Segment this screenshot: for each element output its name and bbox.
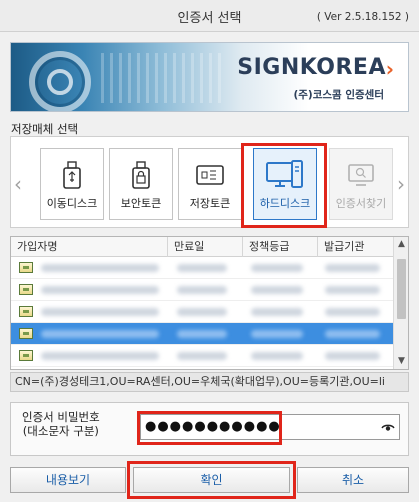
redacted-cell [41,330,159,338]
table-row[interactable] [11,345,395,367]
storage-item-label: 저장토큰 [189,197,231,210]
brand-subtitle: (주)코스콤 인증센터 [293,89,384,101]
column-header-expiry[interactable]: 만료일 [168,237,243,257]
scroll-down-icon[interactable]: ▼ [394,354,408,369]
storage-item-label: 이동디스크 [46,197,98,210]
password-label-line1: 인증서 비밀번호 [22,410,100,424]
password-label-line2: (대소문자 구분) [22,424,99,438]
redacted-cell [251,264,303,272]
table-header: 가입자명 만료일 정책등급 발급기관 [11,237,395,257]
redacted-cell [41,352,159,360]
redacted-cell [177,264,227,272]
banner-pattern-graphic [101,53,221,103]
table-row[interactable] [11,257,395,279]
certificate-dn-text: CN=(주)경성테크1,OU=RA센터,OU=우체국(확대업무),OU=등록기관… [10,372,409,392]
scroll-right-arrow-icon[interactable]: › [397,172,405,196]
table-row[interactable] [11,279,395,301]
signkorea-banner: SIGNKOREA › (주)코스콤 인증센터 [10,42,409,112]
storage-item-label: 하드디스크 [259,197,311,210]
certificate-icon [19,284,33,295]
brand-arrow-icon: › [385,57,394,81]
redacted-cell [41,264,159,272]
storage-item-label: 보안토큰 [120,197,162,210]
storage-item-label: 인증서찾기 [335,197,387,210]
usb-drive-icon [41,159,103,191]
confirm-button[interactable]: 확인 [133,467,290,493]
redacted-cell [41,308,159,316]
storage-token-icon [179,159,241,191]
redacted-cell [325,264,380,272]
storage-item-usb-disk[interactable]: 이동디스크 [40,148,104,220]
redacted-cell [177,308,227,316]
password-input[interactable]: ●●●●●●●●●●● [140,414,400,440]
column-header-name[interactable]: 가입자명 [11,237,168,257]
redacted-cell [325,308,380,316]
scroll-up-icon[interactable]: ▲ [394,237,408,252]
redacted-cell [325,286,380,294]
storage-item-security-token[interactable]: 보안토큰 [109,148,173,220]
view-details-button[interactable]: 내용보기 [10,467,126,493]
redacted-cell [251,286,303,294]
redacted-cell [177,286,227,294]
redacted-cell [177,352,227,360]
storage-section-label: 저장매체 선택 [11,122,79,136]
certificate-table[interactable]: 가입자명 만료일 정책등급 발급기관 ▲ ▼ [10,236,409,370]
banner-dial-inner-graphic [47,69,73,95]
table-row-selected[interactable] [11,323,395,345]
redacted-cell [251,352,303,360]
certificate-icon [19,262,33,273]
table-vertical-scrollbar[interactable]: ▲ ▼ [393,237,408,369]
storage-item-find-certificate: 인증서찾기 [329,148,393,220]
hard-disk-icon [254,159,316,191]
password-label: 인증서 비밀번호 (대소문자 구분) [22,410,100,438]
eye-icon[interactable] [381,420,395,434]
storage-item-storage-token[interactable]: 저장토큰 [178,148,242,220]
table-row[interactable] [11,301,395,323]
column-header-policy[interactable]: 정책등급 [243,237,318,257]
storage-item-hard-disk[interactable]: 하드디스크 [253,148,317,220]
scroll-left-arrow-icon[interactable]: ‹ [14,172,22,196]
security-token-icon [110,159,172,191]
cancel-button[interactable]: 취소 [297,467,409,493]
redacted-cell [251,308,303,316]
column-header-issuer[interactable]: 발급기관 [318,237,395,257]
title-bar: 인증서 선택 ( Ver 2.5.18.152 ) [0,0,419,32]
brand-logo: SIGNKOREA [237,55,386,80]
certificate-icon [19,350,33,361]
redacted-cell [325,330,380,338]
certificate-icon [19,328,33,339]
redacted-cell [177,330,227,338]
find-certificate-icon [330,159,392,191]
version-label: ( Ver 2.5.18.152 ) [316,11,409,23]
redacted-cell [251,330,303,338]
redacted-cell [325,352,380,360]
redacted-cell [41,286,159,294]
scrollbar-thumb[interactable] [397,259,406,319]
certificate-icon [19,306,33,317]
